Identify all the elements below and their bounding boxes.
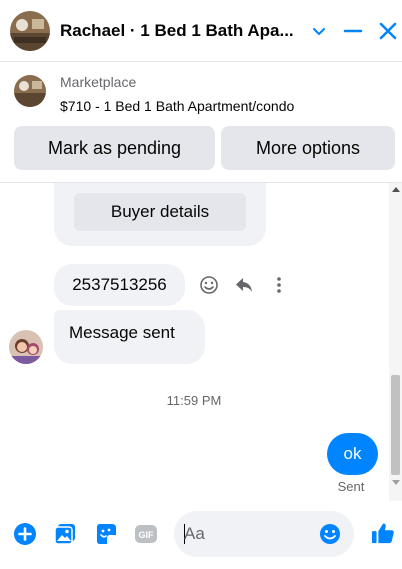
mark-as-pending-button[interactable]: Mark as pending	[14, 126, 215, 170]
chat-scrollbar[interactable]	[389, 183, 402, 501]
scrollbar-thumb[interactable]	[391, 375, 400, 475]
scroll-down-arrow[interactable]	[392, 480, 400, 485]
buyer-details-button[interactable]: Buyer details	[74, 193, 246, 231]
more-actions-icon[interactable]	[269, 275, 289, 295]
emoji-reaction-icon[interactable]	[199, 275, 219, 295]
phone-number-message[interactable]: 2537513256	[54, 264, 185, 306]
message-status: Sent	[337, 479, 365, 494]
message-input[interactable]	[184, 511, 314, 557]
scroll-up-arrow[interactable]	[392, 187, 400, 192]
sticker-icon[interactable]	[94, 522, 118, 546]
contact-avatar[interactable]	[10, 10, 50, 51]
message-timestamp: 11:59 PM	[166, 393, 222, 408]
sender-avatar[interactable]	[9, 330, 43, 364]
gif-icon[interactable]: GIF	[134, 522, 158, 546]
chat-header: Rachael · 1 Bed 1 Bath Apa...	[0, 0, 402, 62]
emoji-icon[interactable]	[319, 523, 341, 545]
message-sent-bubble[interactable]: Message sent	[54, 310, 205, 364]
my-message-bubble[interactable]: ok	[327, 433, 378, 475]
chevron-down-icon[interactable]	[308, 20, 330, 42]
close-icon[interactable]	[377, 20, 399, 42]
reply-icon[interactable]	[234, 275, 254, 295]
more-options-button[interactable]: More options	[221, 126, 395, 170]
plus-icon[interactable]	[13, 522, 37, 546]
listing-panel: Marketplace $710 - 1 Bed 1 Bath Apartmen…	[0, 62, 402, 183]
buyer-details-card: Buyer details	[54, 183, 266, 246]
thumbs-up-icon[interactable]	[371, 521, 395, 545]
listing-source: Marketplace	[60, 74, 137, 90]
listing-thumbnail[interactable]	[14, 75, 46, 107]
message-composer: GIF	[0, 501, 402, 569]
listing-title[interactable]: $710 - 1 Bed 1 Bath Apartment/condo	[60, 98, 294, 114]
minimize-icon[interactable]	[342, 20, 364, 42]
message-thread[interactable]: Buyer details 2537513256 Message sent 11…	[0, 183, 402, 501]
conversation-title[interactable]: Rachael · 1 Bed 1 Bath Apa...	[60, 21, 302, 41]
svg-text:GIF: GIF	[139, 530, 155, 540]
message-input-wrapper	[174, 511, 354, 557]
gallery-icon[interactable]	[53, 522, 77, 546]
